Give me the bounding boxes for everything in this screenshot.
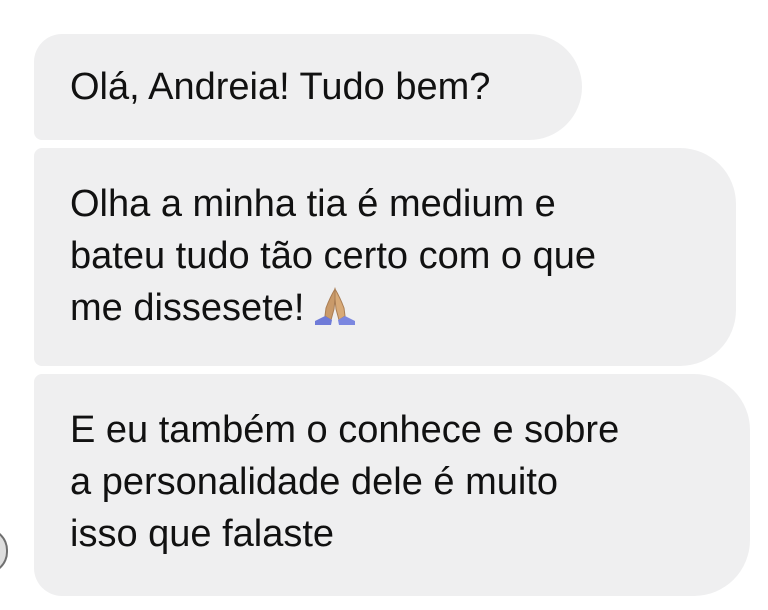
message-text: Olá, Andreia! Tudo bem? bbox=[70, 66, 491, 108]
message-text: bateu tudo tão certo com o que bbox=[70, 235, 597, 277]
message-text: Olha a minha tia é medium e bbox=[70, 183, 556, 225]
contact-avatar[interactable] bbox=[0, 528, 8, 574]
message-bubble[interactable]: E eu também o conhece e sobre a personal… bbox=[34, 374, 750, 596]
message-bubble[interactable]: Olha a minha tia é medium e bateu tudo t… bbox=[34, 148, 736, 366]
message-bubble[interactable]: Olá, Andreia! Tudo bem? bbox=[34, 34, 582, 140]
message-line-with-emoji: me dissesete! bbox=[70, 282, 696, 340]
message-text: E eu também o conhece e sobre bbox=[70, 409, 620, 451]
message-text: a personalidade dele é muito bbox=[70, 461, 559, 503]
folded-hands-icon bbox=[312, 286, 358, 340]
message-text: isso que falaste bbox=[70, 513, 335, 555]
message-text: me dissesete! bbox=[70, 287, 305, 329]
